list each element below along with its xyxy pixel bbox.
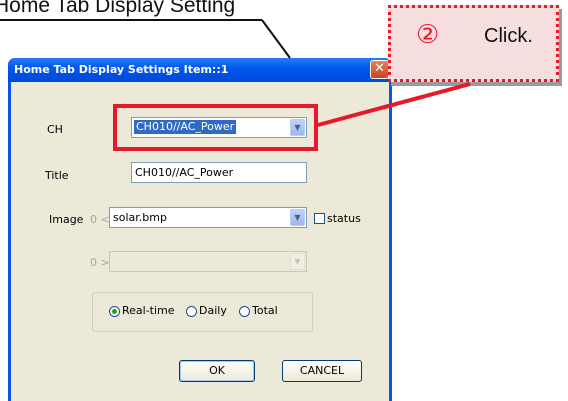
chevron-down-icon: ▼ <box>290 253 305 270</box>
tutorial-screenshot: Home Tab Display Setting Home Tab Displa… <box>0 0 568 401</box>
image-label: Image <box>49 213 84 226</box>
status-label: status <box>327 212 361 225</box>
title-input[interactable]: CH010//AC_Power <box>131 162 307 183</box>
caption-top: Home Tab Display Setting <box>0 0 236 17</box>
dialog-titlebar[interactable]: Home Tab Display Settings Item::1 ✕ <box>8 58 392 82</box>
radio-total-label: Total <box>252 304 278 317</box>
callout-step-number: ② <box>416 20 440 50</box>
image-select-value: solar.bmp <box>113 211 167 224</box>
callout-text: Click. <box>484 25 533 47</box>
radio-real-time[interactable] <box>109 306 120 317</box>
radio-real-time-label: Real-time <box>122 304 175 317</box>
caption-connector-line <box>261 19 291 59</box>
ch-select-highlight <box>113 104 318 151</box>
callout-box: ② Click. <box>388 5 559 82</box>
image-range2-select: ▼ <box>109 251 307 272</box>
radio-total[interactable] <box>239 306 250 317</box>
ok-button[interactable]: OK <box>179 360 255 382</box>
close-icon[interactable]: ✕ <box>370 60 389 79</box>
status-checkbox[interactable] <box>314 213 325 224</box>
dialog-title: Home Tab Display Settings Item::1 <box>14 63 229 76</box>
period-radio-group: Real-time Daily Total <box>92 292 313 332</box>
image-select[interactable]: solar.bmp ▼ <box>109 207 307 228</box>
ch-label: CH <box>47 123 63 136</box>
chevron-down-icon[interactable]: ▼ <box>290 209 305 226</box>
caption-underline <box>0 19 262 21</box>
title-label: Title <box>45 169 69 182</box>
title-input-value: CH010//AC_Power <box>135 166 234 179</box>
image-range1-label: 0 < <box>90 213 110 226</box>
cancel-button[interactable]: CANCEL <box>282 360 362 382</box>
radio-daily[interactable] <box>186 306 197 317</box>
radio-daily-label: Daily <box>199 304 227 317</box>
